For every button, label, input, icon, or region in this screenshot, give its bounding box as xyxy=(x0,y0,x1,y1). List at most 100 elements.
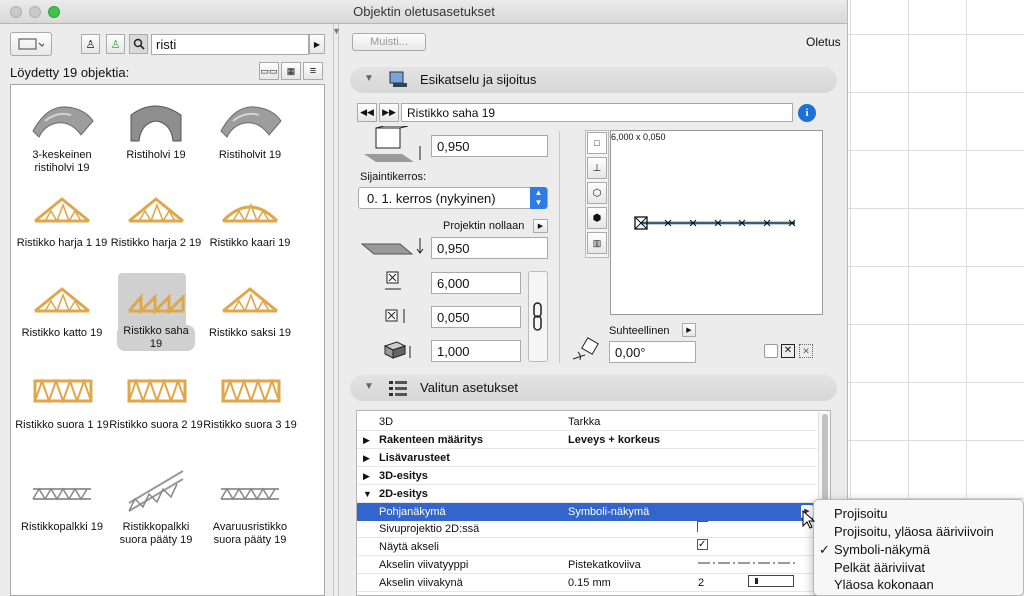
mirror-off-checkbox[interactable] xyxy=(764,344,778,358)
parameter-row[interactable]: Sivuprojektio 2D:ssä xyxy=(357,520,817,538)
object-item[interactable]: Avaruusristikko suora pääty 19 xyxy=(203,469,297,547)
parameter-name: 3D xyxy=(379,416,394,428)
object-label: Ristikko katto 19 xyxy=(21,327,103,339)
parameter-row[interactable]: ▶ 3D-esitys xyxy=(357,467,817,485)
vault-thumbnail-icon xyxy=(130,105,182,142)
object-label: Ristikko kaari 19 xyxy=(209,237,291,249)
menu-option[interactable]: Pelkät ääriviivat xyxy=(814,558,1024,576)
beam-truss-thumbnail-icon xyxy=(128,470,184,512)
menu-option[interactable]: Projisoitu xyxy=(814,504,1024,522)
parameter-row[interactable]: Pohjanäkymä Symboli-näkymä xyxy=(357,503,817,521)
ratio-lock-button[interactable] xyxy=(528,271,548,362)
section-preview-button[interactable]: ⊥ xyxy=(587,157,607,179)
reference-label: Projektin nollaan xyxy=(443,220,525,232)
collapsed-triangle-icon[interactable]: ▶ xyxy=(363,471,370,482)
vertical-divider xyxy=(559,131,560,363)
home-story-label: Sijaintikerros: xyxy=(360,171,427,183)
side-projection-checkbox[interactable] xyxy=(697,521,708,532)
preview-section-header[interactable]: ▼ Esikatselu ja sijoitus xyxy=(350,67,837,93)
parameter-name: Akselin viivakynä xyxy=(379,577,463,589)
relative-label: Suhteellinen xyxy=(609,325,670,337)
parameter-row[interactable]: 3D Tarkka xyxy=(357,413,817,431)
object-item[interactable]: Ristikko harja 2 19 xyxy=(109,185,203,250)
truss-thumbnail-icon xyxy=(33,377,93,405)
menu-option[interactable]: Projisoitu, yläosa ääriviivoin xyxy=(814,522,1024,540)
parameter-name: Pohjanäkymä xyxy=(379,506,446,518)
menu-option[interactable]: Yläosa kokonaan xyxy=(814,575,1024,593)
parameter-row[interactable]: ▶ Lisävarusteet xyxy=(357,449,817,467)
section-icon: ⊥ xyxy=(592,162,602,174)
parameter-name: Näytä akseli xyxy=(379,541,439,553)
default-label: Oletus xyxy=(806,35,841,49)
small-icons-view-button[interactable]: ▦ xyxy=(281,62,301,80)
show-axis-checkbox[interactable]: ✓ xyxy=(697,539,708,550)
project-zero-field[interactable]: 0,950 xyxy=(431,237,548,259)
vault-thumbnail-icon xyxy=(32,106,94,138)
object-item[interactable]: Ristikko katto 19 xyxy=(15,275,109,340)
menu-option[interactable]: ✓ Symboli-näkymä xyxy=(814,540,1024,558)
view-mode-button[interactable] xyxy=(10,32,52,56)
object-label: Ristiholvit 19 xyxy=(218,149,282,161)
parameter-row[interactable]: Näytä akseli xyxy=(357,538,817,556)
object-item[interactable]: Ristikko suora 3 19 xyxy=(203,367,297,432)
reference-menu-button[interactable]: ▶ xyxy=(533,219,548,233)
collapsed-triangle-icon[interactable]: ▶ xyxy=(363,453,370,464)
settings-section-header[interactable]: ▼ Valitun asetukset xyxy=(350,375,837,401)
truss-thumbnail-icon xyxy=(34,287,90,313)
parameter-row[interactable]: ▼ 2D-esitys xyxy=(357,485,817,503)
panel-splitter[interactable] xyxy=(333,24,339,596)
previous-object-button[interactable]: ◀◀ xyxy=(357,103,377,122)
pen-swatch[interactable] xyxy=(748,575,794,587)
list-view-button[interactable]: ≡ xyxy=(303,62,323,80)
filter-objects-button[interactable]: ♙ xyxy=(81,34,100,54)
parameter-name: Akselin viivatyyppi xyxy=(379,559,469,571)
object-label: Ristikko harja 2 19 xyxy=(110,237,202,249)
filter-library-button[interactable]: ♙ xyxy=(106,34,125,54)
object-item[interactable]: Ristikko kaari 19 xyxy=(203,185,297,250)
collapsed-triangle-icon[interactable]: ▶ xyxy=(363,435,370,446)
object-item[interactable]: Ristikko saha 19 xyxy=(109,273,203,351)
title-bar: Objektin oletusasetukset xyxy=(0,0,847,24)
object-item[interactable]: Ristiholvi 19 xyxy=(109,97,203,162)
info-icon[interactable]: i xyxy=(798,104,816,122)
window-title: Objektin oletusasetukset xyxy=(353,4,495,19)
menu-option-label: Projisoitu xyxy=(834,506,888,521)
depth-field[interactable]: 0,050 xyxy=(431,306,521,328)
search-input[interactable]: risti xyxy=(151,34,309,55)
angle-field[interactable]: 0,00° xyxy=(609,341,696,363)
object-item[interactable]: Ristikko suora 2 19 xyxy=(109,367,203,432)
wireframe-3d-button[interactable]: ⬡ xyxy=(587,182,607,204)
search-options-button[interactable]: ▶ xyxy=(309,34,325,54)
object-item[interactable]: Ristiholvit 19 xyxy=(203,97,297,162)
elevation-preview-button[interactable]: ▥ xyxy=(587,232,607,254)
found-count: Löydetty 19 objektia: xyxy=(10,65,130,80)
object-item[interactable]: Ristikko saksi 19 xyxy=(203,275,297,340)
object-label: Ristikko suora 1 19 xyxy=(15,419,109,431)
memo-button[interactable]: Muisti... xyxy=(352,33,426,51)
large-icons-view-button[interactable]: ▭▭ xyxy=(259,62,279,80)
search-toggle-button[interactable] xyxy=(129,34,148,54)
object-item[interactable]: Ristikko harja 1 19 xyxy=(15,185,109,250)
elevation-field[interactable]: 0,950 xyxy=(431,135,548,157)
parameter-row[interactable]: ▶ Rakenteen määritys Leveys + korkeus xyxy=(357,431,817,449)
object-item[interactable]: Ristikkopalkki suora pääty 19 xyxy=(109,469,203,547)
object-item[interactable]: Ristikkopalkki 19 xyxy=(15,469,109,534)
preview-canvas[interactable]: 6,000 x 0,050 xyxy=(610,130,823,315)
object-item[interactable]: Ristikko suora 1 19 xyxy=(15,367,109,432)
height-field[interactable]: 1,000 xyxy=(431,340,521,362)
home-story-select[interactable]: 0. 1. kerros (nykyinen) ▲ ▼ xyxy=(358,187,548,209)
expand-triangle-icon: ▼ xyxy=(364,73,374,84)
object-label: Avaruusristikko suora pääty 19 xyxy=(212,521,288,546)
mirrored-symbol-icon[interactable]: ✕ xyxy=(799,344,813,358)
plan-preview-button[interactable]: □ xyxy=(587,132,607,154)
object-item[interactable]: 3-keskeinen ristiholvi 19 xyxy=(15,97,109,175)
width-field[interactable]: 6,000 xyxy=(431,272,521,294)
object-name-field[interactable]: Ristikko saha 19 xyxy=(401,103,793,122)
shaded-3d-button[interactable]: ⬢ xyxy=(587,207,607,229)
relative-menu-button[interactable]: ▶ xyxy=(682,323,696,337)
expanded-triangle-icon[interactable]: ▼ xyxy=(363,489,372,499)
object-label: Ristiholvi 19 xyxy=(126,149,186,161)
next-object-button[interactable]: ▶▶ xyxy=(379,103,399,122)
search-icon xyxy=(133,38,145,50)
mirror-symbol-icon[interactable]: ✕ xyxy=(781,344,795,358)
